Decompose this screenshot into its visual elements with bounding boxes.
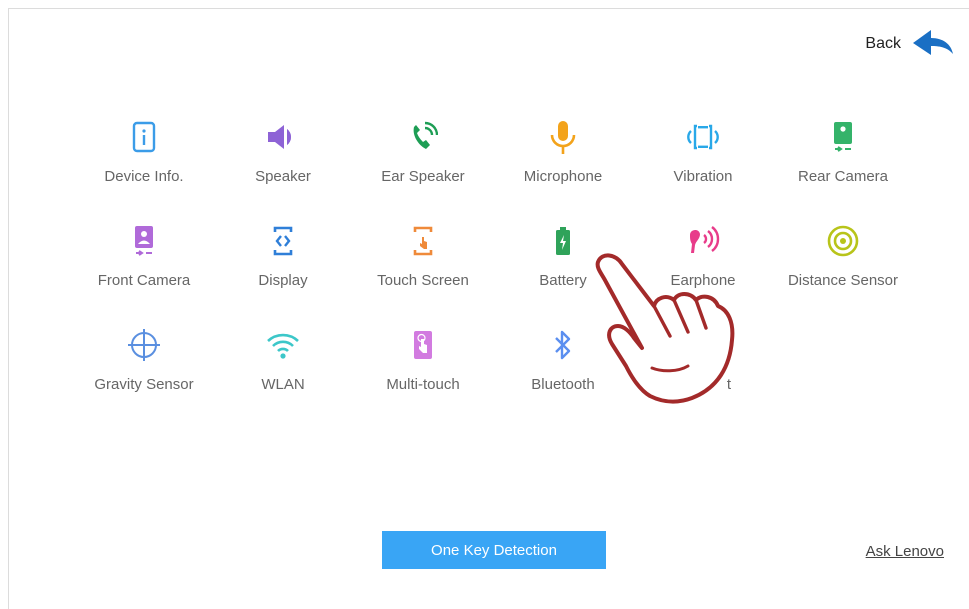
tile-label: Ear Speaker — [381, 168, 465, 185]
tile-device-info[interactable]: Device Info. — [74, 112, 214, 202]
wlan-icon — [263, 325, 303, 365]
touch-screen-icon — [403, 221, 443, 261]
tile-label: Battery — [539, 272, 587, 289]
tile-touch-screen[interactable]: Touch Screen — [353, 216, 493, 306]
tile-wlan[interactable]: WLAN — [213, 320, 353, 410]
microphone-icon — [543, 117, 583, 157]
hand-pointer-icon — [595, 253, 735, 404]
distance-sensor-icon — [823, 221, 863, 261]
tile-label: Distance Sensor — [787, 272, 899, 289]
display-icon — [263, 221, 303, 261]
ear-speaker-icon — [403, 117, 443, 157]
one-key-detection-button[interactable]: One Key Detection — [382, 531, 606, 569]
tile-display[interactable]: Display — [213, 216, 353, 306]
ask-lenovo-link[interactable]: Ask Lenovo — [866, 543, 944, 560]
test-grid: Device Info. Speaker Ear Speaker Microph… — [0, 0, 969, 420]
tile-label: Front Camera — [97, 272, 191, 289]
tile-rear-camera[interactable]: Rear Camera — [773, 112, 913, 202]
front-camera-icon — [124, 221, 164, 261]
tile-label: Vibration — [673, 168, 733, 185]
gravity-sensor-icon — [124, 325, 164, 365]
tile-label: Gravity Sensor — [94, 376, 194, 393]
tile-label: Bluetooth — [531, 376, 595, 393]
device-info-icon — [124, 117, 164, 157]
tile-front-camera[interactable]: Front Camera — [74, 216, 214, 306]
speaker-icon — [263, 117, 303, 157]
tile-multi-touch[interactable]: Multi-touch — [353, 320, 493, 410]
tile-label: Multi-touch — [386, 376, 460, 393]
bluetooth-icon — [543, 325, 583, 365]
multi-touch-icon — [403, 325, 443, 365]
tile-distance-sensor[interactable]: Distance Sensor — [773, 216, 913, 306]
rear-camera-icon — [823, 117, 863, 157]
tile-label: Rear Camera — [797, 168, 889, 185]
tile-gravity-sensor[interactable]: Gravity Sensor — [74, 320, 214, 410]
tile-label: Device Info. — [104, 168, 184, 185]
battery-icon — [543, 221, 583, 261]
tile-label: Touch Screen — [377, 272, 469, 289]
tile-label: Speaker — [255, 168, 311, 185]
tile-label: Microphone — [523, 168, 603, 185]
tile-vibration[interactable]: Vibration — [633, 112, 773, 202]
tile-label: Display — [258, 272, 308, 289]
vibration-icon — [683, 117, 723, 157]
tile-ear-speaker[interactable]: Ear Speaker — [353, 112, 493, 202]
tile-microphone[interactable]: Microphone — [493, 112, 633, 202]
tile-speaker[interactable]: Speaker — [213, 112, 353, 202]
tile-label: WLAN — [261, 376, 305, 393]
